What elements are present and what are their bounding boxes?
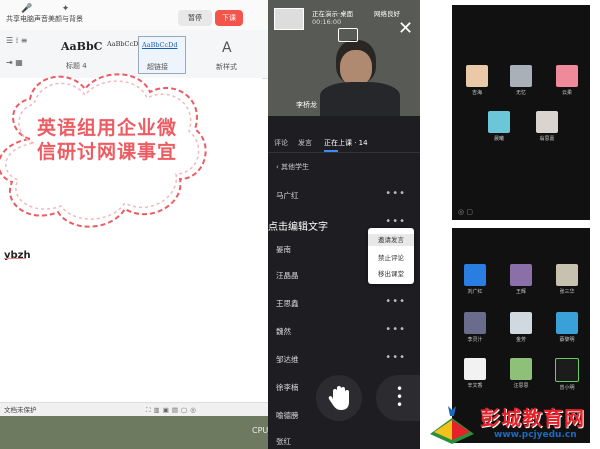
remove-from-class-menu-item[interactable]: 移出课堂 <box>368 268 414 278</box>
class-timer: 00:16:00 <box>312 18 342 26</box>
panel-tabs: 评论 发言 正在上课 · 14 <box>268 130 420 153</box>
screen-share-thumbnail[interactable] <box>274 8 304 30</box>
student-avatar[interactable]: 曾小明 <box>552 358 582 391</box>
new-style-icon[interactable]: A <box>222 40 232 56</box>
vertical-dots-icon: • • • <box>396 382 404 412</box>
student-grid-top: 吉海 无忆 云柔 晨曦 翁思嘉 ◎ ▢ <box>452 5 590 220</box>
student-avatar[interactable]: 吉海 <box>462 65 492 96</box>
avatar-image <box>510 358 532 380</box>
student-avatar[interactable]: 翁思嘉 <box>532 111 562 142</box>
edit-text-caption: 点击编辑文字 <box>268 222 328 233</box>
beauty-background-button[interactable]: ✦ 美颜与背景 <box>48 4 83 24</box>
presenter-name: 李桥龙 <box>296 101 317 109</box>
student-action-menu: 邀请发言 禁止评论 移出课堂 <box>368 228 414 284</box>
avatar-image <box>556 312 578 334</box>
student-row[interactable]: 马广红 ••• <box>276 188 412 214</box>
avatar-image <box>555 358 579 382</box>
sparkle-icon: ✦ <box>61 4 70 14</box>
other-students-header[interactable]: ‹ 其他学生 <box>276 162 309 172</box>
more-icon[interactable]: ••• <box>385 296 406 307</box>
cloud-callout: 英语组用企业微信研讨网课事宜 <box>0 64 215 239</box>
more-icon[interactable]: ••• <box>385 324 406 335</box>
doc-text-fragment: ybzh <box>4 250 31 261</box>
format-controls-icon[interactable]: ☰ ⁞ ≡ <box>6 36 28 45</box>
tab-comments[interactable]: 评论 <box>274 138 288 148</box>
student-avatar[interactable]: 李灵汁 <box>460 312 490 343</box>
spellcheck-underline <box>4 258 26 259</box>
student-avatar[interactable]: 晨曦 <box>484 111 514 142</box>
word-statusbar: 文档未保护 ⛶▥▣▤▢◎ <box>0 402 268 417</box>
ban-comment-menu-item[interactable]: 禁止评论 <box>368 252 414 262</box>
protection-status: 文档未保护 <box>4 406 37 414</box>
pause-button[interactable]: 暂停 <box>178 10 212 26</box>
taskbar: CPU <box>0 416 268 449</box>
student-row[interactable]: 张红 <box>276 436 412 449</box>
divider-gap <box>420 0 452 449</box>
site-watermark: 彭城教育网 www.pcjyedu.cn <box>428 400 600 449</box>
tab-in-class[interactable]: 正在上课 · 14 <box>324 138 368 148</box>
more-icon[interactable]: ••• <box>385 352 406 363</box>
presenter-video[interactable]: 正在演示·桌面 00:16:00 网络良好 ✕ 李桥龙 <box>268 0 420 116</box>
fullscreen-icon[interactable] <box>338 28 358 42</box>
avatar-image <box>488 111 510 133</box>
watermark-url: www.pcjyedu.cn <box>494 430 577 440</box>
avatar-image <box>464 312 486 334</box>
presenting-status: 正在演示·桌面 <box>312 10 354 18</box>
class-toolbar: 🎤 共享电脑声音 ✦ 美颜与背景 暂停 下课 <box>0 0 268 31</box>
student-row[interactable]: 魏然 ••• <box>276 324 412 350</box>
tab-speak[interactable]: 发言 <box>298 138 312 148</box>
presenter-body <box>320 82 400 116</box>
microphone-icon: 🎤 <box>21 4 33 14</box>
cloud-title: 英语组用企业微信研讨网课事宜 <box>36 117 177 163</box>
avatar-image <box>510 312 532 334</box>
close-icon[interactable]: ✕ <box>398 20 413 38</box>
watermark-title: 彭城教育网 <box>480 406 585 430</box>
student-avatar[interactable]: 无忆 <box>506 65 536 96</box>
student-avatar[interactable]: 蔡黎明 <box>552 312 582 343</box>
avatar-image <box>464 264 486 286</box>
student-avatar[interactable]: 金芳 <box>506 312 536 343</box>
active-tab-indicator <box>324 150 338 152</box>
new-style-label[interactable]: 新样式 <box>216 62 237 72</box>
avatar-image <box>464 358 486 380</box>
avatar-image <box>466 65 488 87</box>
avatar-image <box>556 65 578 87</box>
student-avatar[interactable]: 汪思思 <box>506 358 536 389</box>
more-icon[interactable]: ••• <box>385 216 406 227</box>
raise-hand-button[interactable] <box>316 375 362 421</box>
panel-footer-icons[interactable]: ◎ ▢ <box>458 208 473 216</box>
student-avatar[interactable]: 云柔 <box>552 65 582 96</box>
student-row[interactable]: 邹达维 ••• <box>276 352 412 378</box>
avatar-image <box>556 264 578 286</box>
books-logo-icon <box>430 406 474 444</box>
end-class-button[interactable]: 下课 <box>215 10 243 26</box>
share-audio-button[interactable]: 🎤 共享电脑声音 <box>6 4 48 24</box>
student-avatar[interactable]: 辛文香 <box>460 358 490 389</box>
more-icon[interactable]: ••• <box>385 188 406 199</box>
avatar-image <box>510 65 532 87</box>
presenter-face <box>340 50 372 86</box>
cpu-indicator: CPU <box>252 426 268 435</box>
network-status: 网络良好 <box>374 10 400 18</box>
view-mode-icons[interactable]: ⛶▥▣▤▢◎ <box>146 403 199 417</box>
more-options-button[interactable]: • • • <box>376 375 422 421</box>
student-avatar[interactable]: 张三华 <box>552 264 582 295</box>
student-avatar[interactable]: 刘广红 <box>460 264 490 295</box>
invite-speak-menu-item[interactable]: 邀请发言 <box>368 234 414 246</box>
hand-icon <box>328 386 349 410</box>
avatar-image <box>510 264 532 286</box>
avatar-image <box>536 111 558 133</box>
student-row[interactable]: 王思鑫 ••• <box>276 296 412 322</box>
student-avatar[interactable]: 王辉 <box>506 264 536 295</box>
